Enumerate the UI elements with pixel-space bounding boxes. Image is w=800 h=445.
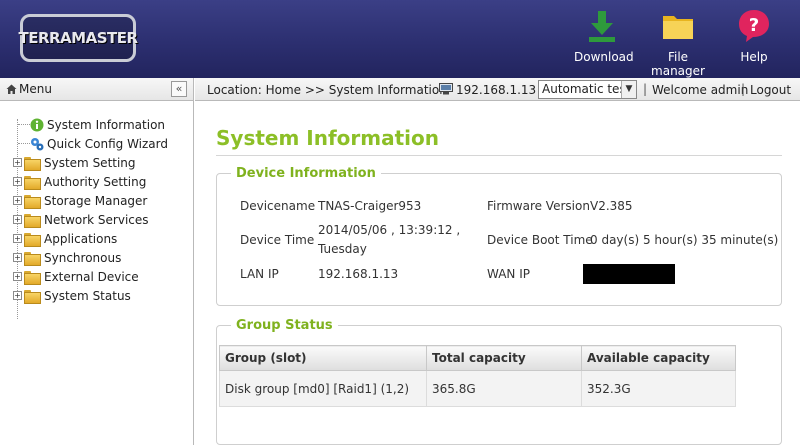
sidebar-item-network-services[interactable]: + Network Services bbox=[0, 210, 193, 229]
sidebar-item-label: System Status bbox=[44, 288, 131, 303]
sidebar-item-label: Quick Config Wizard bbox=[47, 136, 168, 151]
home-icon bbox=[6, 84, 17, 94]
table-cell: 352.3G bbox=[581, 370, 736, 407]
logo-text: TERRAMASTER bbox=[18, 29, 138, 47]
sidebar-item-applications[interactable]: + Applications bbox=[0, 229, 193, 248]
server-icon bbox=[439, 83, 453, 95]
welcome-text: Welcome admin bbox=[652, 83, 749, 97]
location-bar: Location: Home >> System Information 192… bbox=[195, 78, 800, 101]
sidebar-item-storage-manager[interactable]: + Storage Manager bbox=[0, 191, 193, 210]
expand-icon[interactable]: + bbox=[13, 177, 22, 186]
download-button[interactable]: Download bbox=[574, 8, 634, 64]
sidebar-item-label: External Device bbox=[44, 269, 139, 284]
device-time-value-line1: 2014/05/06 , 13:39:12 , bbox=[318, 223, 461, 237]
help-icon: ? bbox=[739, 10, 769, 42]
info-icon bbox=[30, 118, 44, 131]
download-label: Download bbox=[574, 50, 634, 64]
sidebar-item-system-status[interactable]: + System Status bbox=[0, 286, 193, 305]
table-cell: Disk group [md0] [Raid1] (1,2) bbox=[219, 370, 427, 407]
title-divider bbox=[216, 155, 782, 156]
file-manager-label: File manager bbox=[651, 50, 705, 78]
app-header: TERRAMASTER Download File manager ? Help bbox=[0, 0, 800, 78]
group-status-legend: Group Status bbox=[236, 318, 333, 333]
sidebar-item-label: Synchronous bbox=[44, 250, 122, 265]
device-information-legend: Device Information bbox=[236, 166, 376, 181]
sidebar-item-system-setting[interactable]: + System Setting bbox=[0, 153, 193, 172]
folder-icon bbox=[24, 213, 41, 228]
file-manager-button[interactable]: File manager bbox=[644, 8, 712, 78]
sidebar-item-label: System Information bbox=[47, 117, 166, 132]
folder-icon bbox=[24, 175, 41, 190]
folder-icon bbox=[24, 270, 41, 285]
device-select-value: Automatic test bbox=[542, 82, 631, 96]
sidebar-item-label: System Setting bbox=[44, 155, 136, 170]
expand-icon[interactable]: + bbox=[13, 272, 22, 281]
main-content: System Information Device Information De… bbox=[195, 102, 800, 445]
devicename-label: Devicename bbox=[240, 199, 316, 213]
firmware-label: Firmware Version bbox=[487, 199, 590, 213]
expand-icon[interactable]: + bbox=[13, 234, 22, 243]
page-title: System Information bbox=[216, 126, 439, 150]
folder-icon bbox=[663, 16, 693, 39]
sidebar-title: Menu bbox=[19, 82, 52, 96]
sidebar-item-label: Storage Manager bbox=[44, 193, 148, 208]
device-select[interactable]: Automatic test ▼ bbox=[538, 80, 637, 99]
sidebar: Menu « System Information Quick Config W… bbox=[0, 78, 194, 445]
sidebar-item-external-device[interactable]: + External Device bbox=[0, 267, 193, 286]
wan-ip-label: WAN IP bbox=[487, 267, 530, 281]
sidebar-item-label: Authority Setting bbox=[44, 174, 147, 189]
breadcrumb: Location: Home >> System Information bbox=[207, 83, 447, 97]
folder-icon bbox=[24, 289, 41, 304]
table-row[interactable]: Disk group [md0] [Raid1] (1,2) 365.8G 35… bbox=[219, 370, 736, 407]
sidebar-item-label: Applications bbox=[44, 231, 118, 246]
table-header-row: Group (slot) Total capacity Available ca… bbox=[219, 345, 736, 371]
boot-time-value: 0 day(s) 5 hour(s) 35 minute(s) bbox=[590, 233, 779, 247]
wan-ip-redacted-value bbox=[583, 264, 675, 284]
expand-icon[interactable]: + bbox=[13, 253, 22, 262]
lan-ip-label: LAN IP bbox=[240, 267, 279, 281]
expand-icon[interactable]: + bbox=[13, 158, 22, 167]
help-label: Help bbox=[740, 50, 768, 64]
device-time-value-line2: Tuesday bbox=[318, 242, 367, 256]
device-time-label: Device Time bbox=[240, 233, 315, 247]
svg-text:?: ? bbox=[749, 15, 759, 36]
sidebar-item-system-information[interactable]: System Information bbox=[0, 115, 193, 134]
help-button[interactable]: ? Help bbox=[736, 8, 772, 64]
device-ip: 192.168.1.13 bbox=[456, 83, 537, 97]
download-icon bbox=[589, 11, 615, 42]
lan-ip-value: 192.168.1.13 bbox=[318, 267, 399, 281]
firmware-value: V2.385 bbox=[590, 199, 633, 213]
menu-tree: System Information Quick Config Wizard +… bbox=[0, 101, 193, 319]
logout-link[interactable]: Logout bbox=[750, 83, 791, 97]
separator: | bbox=[741, 82, 746, 96]
expand-icon[interactable]: + bbox=[13, 196, 22, 205]
column-header: Total capacity bbox=[426, 345, 582, 371]
table-cell: 365.8G bbox=[426, 370, 582, 407]
folder-icon bbox=[24, 194, 41, 209]
folder-icon bbox=[24, 156, 41, 171]
column-header: Available capacity bbox=[581, 345, 736, 371]
expand-icon[interactable]: + bbox=[13, 215, 22, 224]
folder-icon bbox=[24, 251, 41, 266]
expand-icon[interactable]: + bbox=[13, 291, 22, 300]
sidebar-item-quick-config-wizard[interactable]: Quick Config Wizard bbox=[0, 134, 193, 153]
column-header: Group (slot) bbox=[219, 345, 427, 371]
collapse-sidebar-button[interactable]: « bbox=[171, 81, 187, 97]
devicename-value: TNAS-Craiger953 bbox=[318, 199, 422, 213]
sidebar-item-label: Network Services bbox=[44, 212, 149, 227]
group-status-table: Group (slot) Total capacity Available ca… bbox=[219, 345, 736, 407]
sidebar-header: Menu « bbox=[0, 78, 193, 101]
wizard-icon bbox=[31, 137, 44, 150]
sidebar-item-authority-setting[interactable]: + Authority Setting bbox=[0, 172, 193, 191]
terramaster-logo[interactable]: TERRAMASTER bbox=[18, 14, 138, 62]
folder-icon bbox=[24, 232, 41, 247]
sidebar-item-synchronous[interactable]: + Synchronous bbox=[0, 248, 193, 267]
chevron-down-icon[interactable]: ▼ bbox=[621, 81, 636, 98]
boot-time-label: Device Boot Time bbox=[487, 233, 593, 247]
separator: | bbox=[643, 82, 648, 96]
